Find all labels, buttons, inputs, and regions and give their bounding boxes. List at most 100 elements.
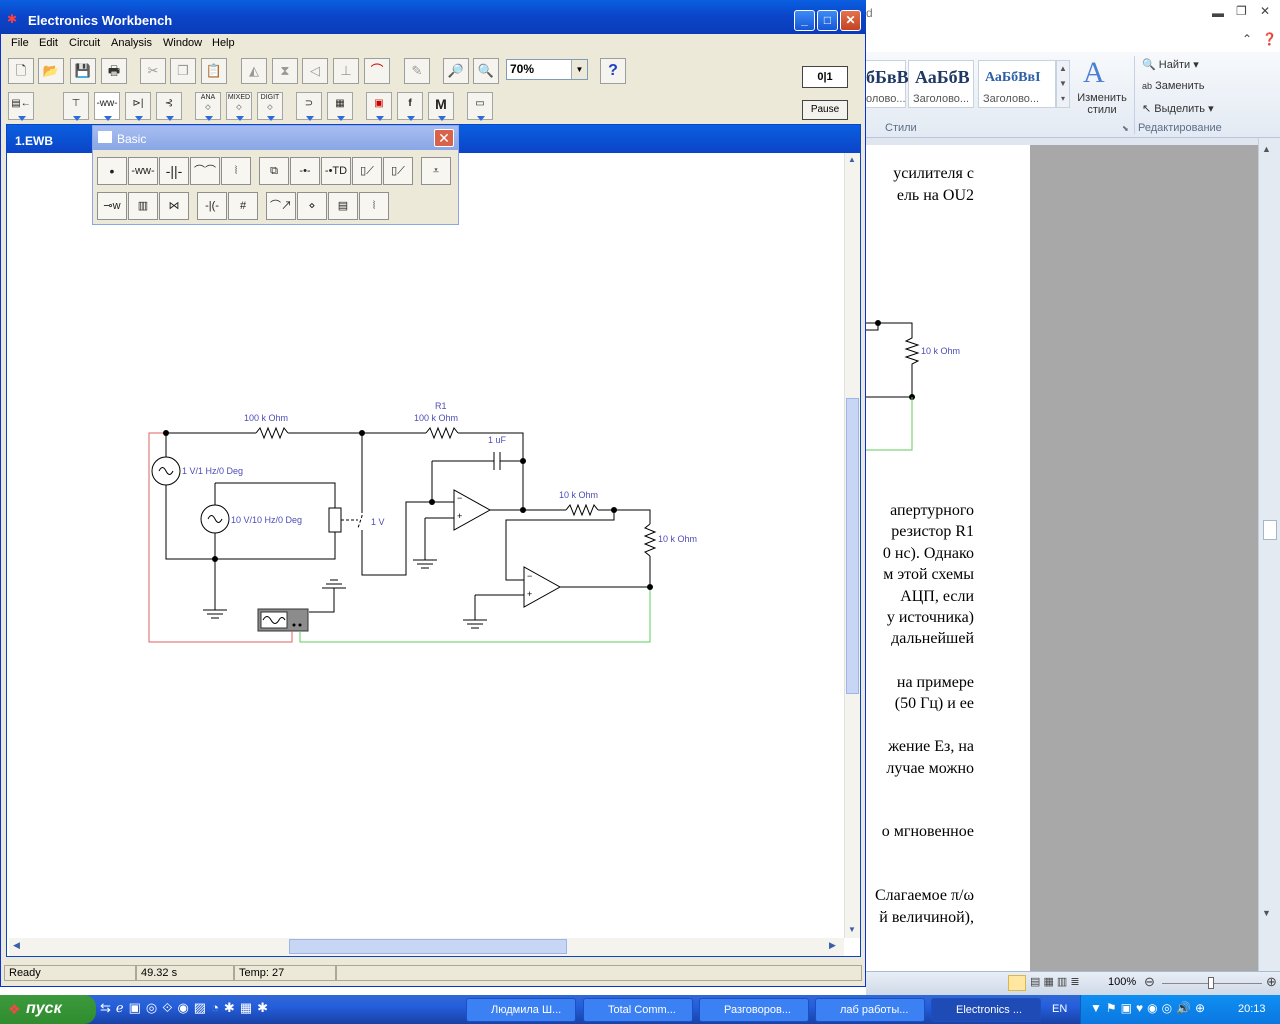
style-gallery-item-heading1[interactable]: АаБбВ Заголово... [908, 60, 974, 108]
instruments-bin-icon[interactable]: ▭ [467, 92, 493, 121]
word-scroll-thumb[interactable] [1263, 520, 1277, 540]
chevron-down-icon[interactable]: ▼ [571, 60, 587, 79]
basic-palette-title-bar[interactable] [93, 126, 458, 150]
view-mode-icons[interactable]: ▤ ▦ ▥ ≣ [1030, 975, 1080, 988]
rotate-icon[interactable]: ◭ [241, 58, 267, 84]
ewb-app-icon[interactable]: ✱ [7, 12, 17, 26]
menu-analysis[interactable]: Analysis [111, 37, 152, 49]
canvas-horizontal-scrollbar[interactable]: ◀ ▶ [9, 938, 844, 956]
zoom-in-icon[interactable]: ⊕ [1266, 974, 1277, 990]
word-restore-icon[interactable]: ❐ [1236, 4, 1247, 18]
paste-icon[interactable]: 📋 [201, 58, 227, 84]
create-subcircuit-icon[interactable]: ⌒ [364, 58, 390, 84]
scroll-left-icon[interactable]: ◀ [13, 940, 20, 951]
cut-icon[interactable]: ✂ [140, 58, 166, 84]
resistor-icon[interactable]: -ww- [128, 157, 158, 185]
pause-button[interactable]: Pause [802, 100, 848, 120]
mixed-ics-bin-icon[interactable]: MIXED ◇ [226, 92, 252, 121]
scroll-right-icon[interactable]: ▶ [829, 940, 836, 951]
menu-help[interactable]: Help [212, 37, 235, 49]
diodes-bin-icon[interactable]: ⊳| [125, 92, 151, 121]
logic-gates-bin-icon[interactable]: ⊃ [296, 92, 322, 121]
relay-icon[interactable]: ⧉ [259, 157, 289, 185]
tray-icons[interactable]: ▼⚑▣♥◉◎🔊⊕ [1090, 1001, 1209, 1015]
controls-bin-icon[interactable]: f [397, 92, 423, 121]
transformer-icon[interactable]: ⦚ [221, 157, 251, 185]
pull-up-resistor-icon[interactable]: ⩡ [421, 157, 451, 185]
zoom-out-icon[interactable]: ⊖ [1144, 974, 1155, 990]
transistors-bin-icon[interactable]: ⊰ [156, 92, 182, 121]
canvas-vertical-scrollbar[interactable]: ▲ ▼ [844, 153, 860, 938]
miscellaneous-bin-icon[interactable]: M [428, 92, 454, 121]
menu-file[interactable]: File [11, 37, 29, 49]
graphs-icon[interactable]: ✎ [404, 58, 430, 84]
copy-icon[interactable]: ❐ [170, 58, 196, 84]
voltage-controlled-switch-icon[interactable]: ▯⟋ [352, 157, 382, 185]
inductor-icon[interactable]: ⌒⌒ [190, 157, 220, 185]
task-chrome[interactable]: Людмила Ш... [466, 998, 576, 1022]
current-controlled-switch-icon[interactable]: ▯⟋ [383, 157, 413, 185]
word-vertical-scrollbar[interactable]: ▲ ▼ [1258, 138, 1280, 971]
help-button[interactable]: ? [600, 58, 626, 84]
ribbon-collapse-icon[interactable]: ⌃ [1242, 32, 1252, 46]
change-styles-button[interactable]: Изменить стили [1072, 92, 1132, 116]
resistor-pack-icon[interactable]: ▥ [128, 192, 158, 220]
task-electronics-workbench[interactable]: Electronics ... [931, 998, 1041, 1022]
find-button[interactable]: 🔍 Найти ▾ [1142, 58, 1199, 71]
digital-ics-bin-icon[interactable]: DIGIT ◇ [257, 92, 283, 121]
potentiometer-icon[interactable]: ⊸w [97, 192, 127, 220]
nonlinear-transformer-icon[interactable]: ⦚ [359, 192, 389, 220]
quick-launch-icons[interactable]: ⇆ℯ▣◎⟐◉▨◔✱▦✱ [100, 1000, 273, 1016]
digital-bin-icon[interactable]: ▦ [327, 92, 353, 121]
style-gallery-item-heading2[interactable]: АаБбВвІ Заголово... [978, 60, 1056, 108]
flip-horizontal-icon[interactable]: ⧗ [272, 58, 298, 84]
zoom-percent[interactable]: 100% [1108, 976, 1136, 988]
switch-icon[interactable]: -•- [290, 157, 320, 185]
basic-bin-icon[interactable]: -ww- [94, 92, 120, 121]
canvas-hscroll-thumb[interactable] [289, 939, 567, 954]
styles-dialog-launcher-icon[interactable]: ⬊ [1122, 124, 1129, 133]
indicators-bin-icon[interactable]: ▣ [366, 92, 392, 121]
analog-ics-bin-icon[interactable]: ANA ◇ [195, 92, 221, 121]
style-gallery-scroll[interactable]: ▲ ▼ ▾ [1056, 60, 1070, 108]
select-button[interactable]: ↖ Выделить ▾ [1142, 102, 1214, 115]
zoom-in-icon[interactable]: 🔍 [473, 58, 499, 84]
component-properties-icon[interactable]: ⊥ [333, 58, 359, 84]
zoom-out-icon[interactable]: 🔎 [443, 58, 469, 84]
menu-circuit[interactable]: Circuit [69, 37, 100, 49]
sources-bin-icon[interactable]: ⊤ [63, 92, 89, 121]
open-folder-icon[interactable]: 📂 [38, 58, 64, 84]
scroll-down-icon[interactable]: ▼ [848, 925, 856, 934]
print-layout-view-icon[interactable] [1008, 975, 1026, 991]
magnetic-core-icon[interactable]: ▤ [328, 192, 358, 220]
scroll-down-icon[interactable]: ▼ [1262, 908, 1271, 918]
word-help-icon[interactable]: ❓ [1262, 32, 1277, 46]
scroll-up-icon[interactable]: ▲ [1262, 144, 1271, 154]
polarized-capacitor-icon[interactable]: -|(- [197, 192, 227, 220]
time-delay-switch-icon[interactable]: -•TD [321, 157, 351, 185]
word-close-icon[interactable]: ✕ [1260, 4, 1270, 18]
flip-vertical-icon[interactable]: ◁ [302, 58, 328, 84]
task-total-commander[interactable]: Total Comm... [583, 998, 693, 1022]
power-switch-button[interactable]: 0|1 [802, 66, 848, 88]
basic-palette-close-button[interactable]: ✕ [434, 129, 454, 147]
variable-capacitor-icon[interactable]: # [228, 192, 258, 220]
ewb-minimize-button[interactable]: _ [794, 10, 815, 31]
variable-inductor-icon[interactable]: ⌒↗ [266, 192, 296, 220]
replace-button[interactable]: ab Заменить [1142, 80, 1205, 92]
print-icon[interactable]: 🖶 [101, 58, 127, 84]
save-disk-icon[interactable]: 💾 [70, 58, 96, 84]
capacitor-icon[interactable]: -||- [159, 157, 189, 185]
ewb-close-button[interactable]: ✕ [840, 10, 861, 31]
style-gallery-item-partial[interactable]: бБвВ олово... [866, 60, 909, 108]
menu-edit[interactable]: Edit [39, 37, 58, 49]
favorites-bin-icon[interactable]: ▤← [8, 92, 34, 121]
canvas-vscroll-thumb[interactable] [846, 398, 859, 694]
word-minimize-icon[interactable]: ▬ [1212, 6, 1224, 20]
circuit-canvas[interactable] [9, 153, 842, 938]
zoom-select[interactable]: 70% ▼ [506, 59, 588, 80]
task-folder[interactable]: Разговоров... [699, 998, 809, 1022]
zoom-slider-thumb[interactable] [1208, 977, 1214, 989]
coreless-coil-icon[interactable]: ⋄ [297, 192, 327, 220]
connector-dot-icon[interactable]: • [97, 157, 127, 185]
